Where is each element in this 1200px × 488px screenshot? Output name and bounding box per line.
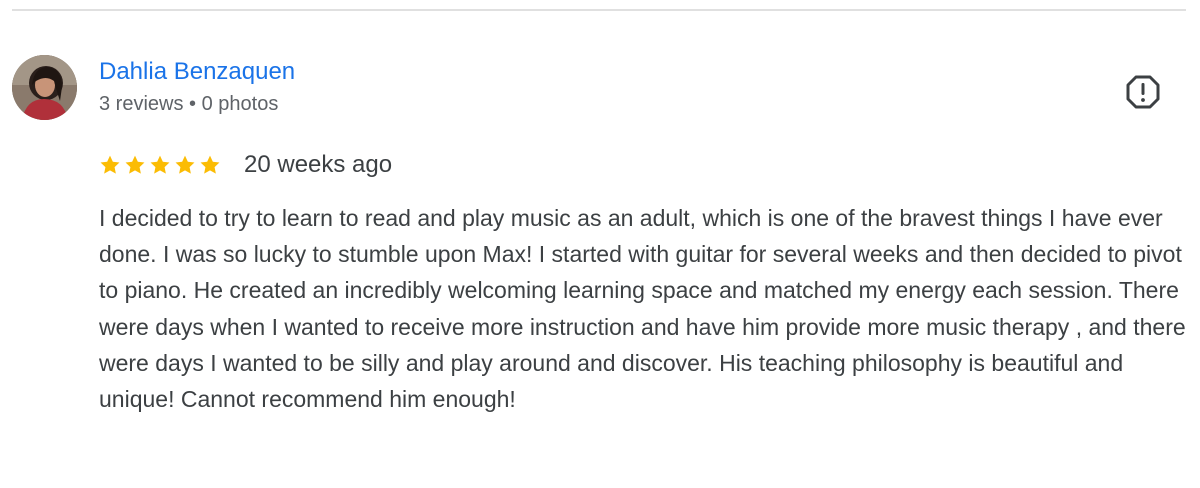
star-icon [99,154,121,176]
star-rating [99,154,221,176]
reviewer-avatar[interactable] [12,55,77,120]
rating-row: 20 weeks ago [99,148,392,182]
reviewer-stats: 3 reviews • 0 photos [99,93,279,115]
star-icon [124,154,146,176]
divider [12,9,1186,11]
star-icon [174,154,196,176]
report-review-button[interactable] [1122,71,1164,113]
star-icon [149,154,171,176]
review-text: I decided to try to learn to read and pl… [99,205,1186,413]
review-card: Dahlia Benzaquen 3 reviews • 0 photos 20… [0,0,1200,488]
review-date: 20 weeks ago [244,151,393,178]
star-icon [199,154,221,176]
report-flag-icon [1126,75,1160,109]
reviewer-name[interactable]: Dahlia Benzaquen [99,58,295,86]
